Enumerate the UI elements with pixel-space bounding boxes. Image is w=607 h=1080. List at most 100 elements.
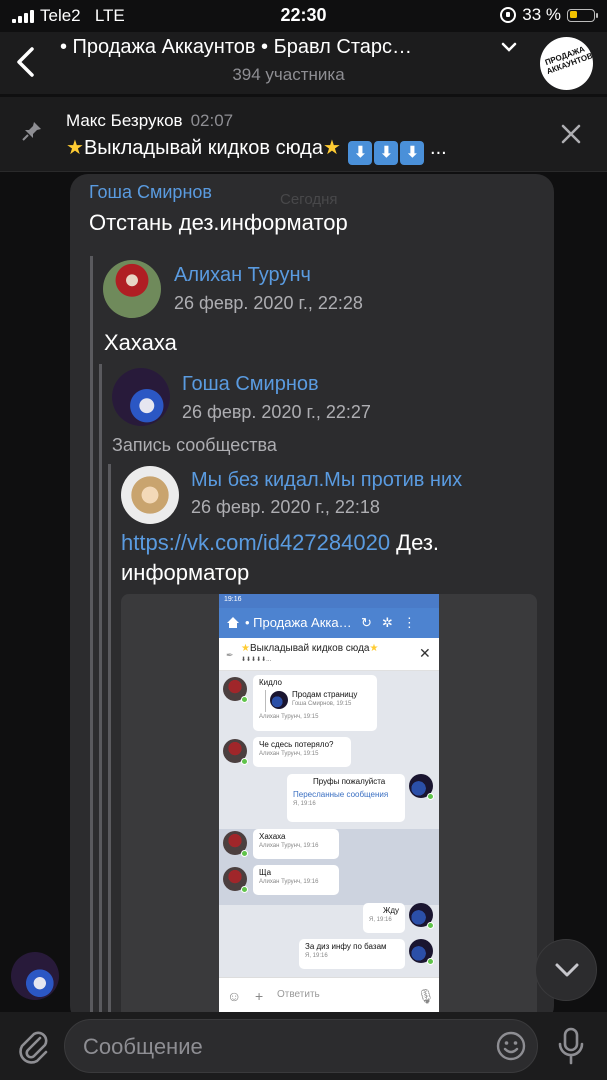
embedded-message-text: Жду <box>382 906 399 915</box>
avatar[interactable] <box>121 466 179 524</box>
battery-fill <box>569 11 577 18</box>
embedded-message-meta: Я, 19:16 <box>305 953 328 959</box>
sender-avatar[interactable] <box>11 952 59 1000</box>
embedded-message: Хахаха Алихан Турунч, 19:16 <box>253 829 339 859</box>
embedded-message-text: Че сдесь потеряло? <box>259 740 334 749</box>
profile-link[interactable]: https://vk.com/id427284020 <box>121 530 390 555</box>
paperclip-icon[interactable] <box>16 1026 50 1064</box>
close-icon: ✕ <box>419 645 431 661</box>
forward-author[interactable]: Алихан Турунч <box>174 264 311 287</box>
chevron-down-icon <box>555 963 579 977</box>
member-count: 394 участника <box>232 65 345 84</box>
forward-date: 26 февр. 2020 г., 22:27 <box>182 402 371 422</box>
more-icon: ⋮ <box>402 615 426 630</box>
mic-icon: 🎙 <box>417 988 435 1004</box>
down-arrow-emoji-icon: ⬇ <box>348 141 373 165</box>
embedded-message: Ща Алихан Турунч, 19:16 <box>253 865 339 895</box>
message-author[interactable]: Гоша Смирнов <box>89 182 212 203</box>
pinned-time: 02:07 <box>190 111 234 130</box>
online-indicator <box>427 922 434 929</box>
home-icon <box>227 617 239 628</box>
embedded-title: • Продажа Акка… <box>245 615 352 630</box>
pinned-text-body: Выкладывай кидков сюда <box>83 137 323 159</box>
embedded-input-placeholder: Ответить <box>277 989 320 1000</box>
online-indicator <box>427 958 434 965</box>
embedded-time: 19:16 <box>224 596 242 603</box>
avatar[interactable] <box>112 368 170 426</box>
pinned-message[interactable]: Макс Безруков 02:07 ★Выкладывай кидков сю… <box>0 97 607 172</box>
status-bar: Tele2 LTE 22:30 33 % <box>0 0 607 32</box>
pin-icon <box>22 122 41 141</box>
smile-icon: ☺ <box>227 988 242 1004</box>
quote-bar <box>99 364 102 1024</box>
refresh-icon: ↻ <box>361 615 382 630</box>
embedded-header: • Продажа Акка… ↻✲⋮ <box>219 608 439 638</box>
avatar <box>270 691 288 709</box>
message-input-placeholder: Сообщение <box>83 1034 203 1059</box>
community-post-label: Запись сообщества <box>112 435 277 455</box>
embedded-header-icons: ↻✲⋮ <box>361 615 426 631</box>
embedded-status-bar: 19:16 <box>219 594 439 608</box>
embedded-message-text: За диз инфу по базам <box>305 942 387 951</box>
embedded-message: Че сдесь потеряло? Алихан Турунч, 19:15 <box>253 737 351 767</box>
chevron-down-icon[interactable] <box>500 40 518 54</box>
pinned-author-name: Макс Безруков <box>66 111 183 130</box>
embedded-chat: Кидло Продам страницу Гоша Смирнов, 19:1… <box>219 671 439 977</box>
star-emoji-icon: ★ <box>369 643 379 654</box>
chat-avatar[interactable]: ПРОДАЖА АККАУНТОВ <box>540 37 593 90</box>
mic-icon[interactable] <box>556 1026 586 1066</box>
forward-author[interactable]: Гоша Смирнов <box>182 373 319 396</box>
rotation-lock-icon <box>500 7 517 23</box>
battery-icon <box>567 8 598 22</box>
message-bubble[interactable]: Сегодня Гоша Смирнов Отстань дез.информа… <box>70 174 554 1024</box>
close-icon[interactable] <box>559 122 583 146</box>
attached-image[interactable]: 19:16 • Продажа Акка… ↻✲⋮ ✒ ★Выкладывай … <box>121 594 537 1024</box>
star-emoji-icon: ★ <box>241 643 250 654</box>
embedded-message-text: Кидло <box>259 678 283 687</box>
star-emoji-icon: ★ <box>66 137 84 159</box>
embedded-input-bar: ☺ + Ответить 🎙 <box>219 977 439 1014</box>
pinned-author: Макс Безруков 02:07 <box>66 111 233 131</box>
emoji-icon[interactable] <box>495 1030 527 1062</box>
chat-header: • Продажа Аккаунтов • Бравл Старс… 394 у… <box>0 32 607 94</box>
embedded-message: За диз инфу по базам Я, 19:16 <box>299 939 405 969</box>
embedded-message-text: Хахаха <box>259 832 286 841</box>
embedded-message: Кидло Продам страницу Гоша Смирнов, 19:1… <box>253 675 377 731</box>
forward-link-text: https://vk.com/id427284020 Дез. информат… <box>121 528 541 588</box>
embedded-message-meta: Алихан Турунч, 19:16 <box>259 843 319 849</box>
embedded-quote-meta: Гоша Смирнов, 19:15 <box>292 701 352 707</box>
battery-percent: 33 % <box>522 5 561 24</box>
message-input[interactable]: Сообщение <box>64 1019 538 1073</box>
online-indicator <box>241 696 248 703</box>
embedded-message-text: Пруфы пожалуйста <box>313 777 386 786</box>
embedded-pinned-body: Выкладывай кидков сюда <box>249 643 370 654</box>
composer-bar: Сообщение <box>0 1012 607 1080</box>
date-badge: Сегодня <box>280 191 338 208</box>
forward-author[interactable]: Мы без кидал.Мы против них <box>191 469 462 492</box>
forward-date: 26 февр. 2020 г., 22:28 <box>174 293 363 313</box>
chat-title[interactable]: • Продажа Аккаунтов • Бравл Старс… <box>60 36 500 59</box>
message-text: Отстань дез.информатор <box>89 210 348 235</box>
embedded-pinned-text: ★Выкладывай кидков сюда★ <box>241 643 378 654</box>
quote-bar <box>90 256 93 1024</box>
down-arrow-emoji-icon: ⬇ <box>400 141 425 165</box>
forward-text: Хахаха <box>104 330 177 355</box>
online-indicator <box>241 850 248 857</box>
embedded-message: Пруфы пожалуйста Пересланные сообщения Я… <box>287 774 405 822</box>
embedded-pinned: ✒ ★Выкладывай кидков сюда★ ⬇⬇⬇⬇⬇... ✕ <box>219 638 439 671</box>
embedded-screenshot: 19:16 • Продажа Акка… ↻✲⋮ ✒ ★Выкладывай … <box>219 594 439 1014</box>
quote-bar <box>108 464 111 1024</box>
chat-avatar-text: ПРОДАЖА АККАУНТОВ <box>543 44 593 77</box>
embedded-message: Жду Я, 19:16 <box>363 903 405 933</box>
embedded-quote: Продам страницу Гоша Смирнов, 19:15 <box>265 690 371 712</box>
embedded-pinned-sub: ⬇⬇⬇⬇⬇... <box>241 657 272 663</box>
down-arrow-emoji-icon: ⬇ <box>374 141 399 165</box>
online-indicator <box>241 886 248 893</box>
embedded-message-meta: Алихан Турунч, 19:15 <box>259 751 319 757</box>
online-indicator <box>241 758 248 765</box>
pinned-trail: ... <box>430 137 447 159</box>
scroll-down-button[interactable] <box>535 939 597 1001</box>
avatar[interactable] <box>103 260 161 318</box>
online-indicator <box>427 793 434 800</box>
embedded-message-meta: Алихан Турунч, 19:16 <box>259 879 319 885</box>
